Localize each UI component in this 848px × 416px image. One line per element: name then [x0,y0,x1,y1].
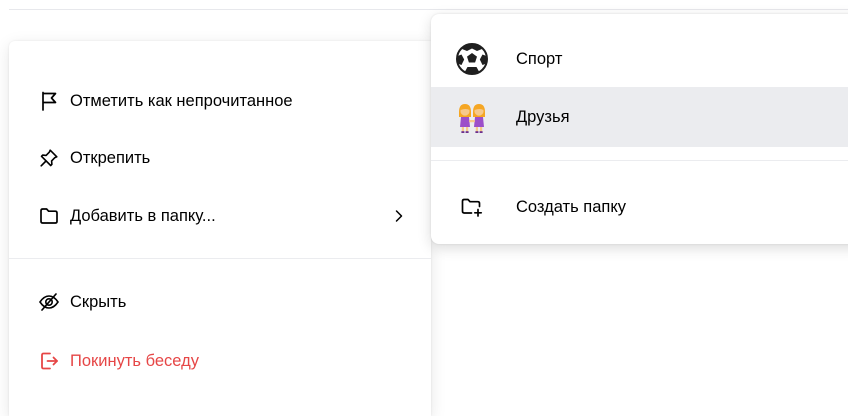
unpin-icon [38,147,60,169]
submenu-item-label: Создать папку [516,198,626,216]
menu-item-label: Покинуть беседу [70,352,199,370]
menu-item-label: Скрыть [70,293,127,311]
folder-submenu: Спорт Друзья Создать папку [431,14,848,244]
menu-item-add-to-folder[interactable]: Добавить в папку... [9,190,431,242]
submenu-item-sport[interactable]: Спорт [431,29,848,89]
submenu-divider [431,160,848,161]
folder-plus-icon [455,190,489,224]
logout-icon [38,350,60,372]
folder-icon [38,205,60,227]
context-menu: Отметить как непрочитанное Открепить Доб… [9,41,431,416]
menu-item-unpin[interactable]: Открепить [9,132,431,184]
submenu-item-create-folder[interactable]: Создать папку [431,177,848,237]
soccer-ball-icon [455,42,489,76]
menu-item-leave-chat[interactable]: Покинуть беседу [9,335,431,387]
menu-item-label: Открепить [70,149,151,167]
friends-icon [455,100,489,134]
submenu-item-label: Друзья [516,108,570,126]
menu-divider [9,258,431,259]
menu-item-mark-unread[interactable]: Отметить как непрочитанное [9,75,431,127]
menu-item-hide[interactable]: Скрыть [9,276,431,328]
eye-slash-icon [38,291,60,313]
submenu-item-label: Спорт [516,50,563,68]
menu-item-label: Отметить как непрочитанное [70,92,293,110]
flag-icon [38,90,60,112]
menu-item-label: Добавить в папку... [70,207,216,225]
top-divider [9,9,848,10]
chevron-right-icon [395,210,403,222]
submenu-item-friends[interactable]: Друзья [431,87,848,147]
